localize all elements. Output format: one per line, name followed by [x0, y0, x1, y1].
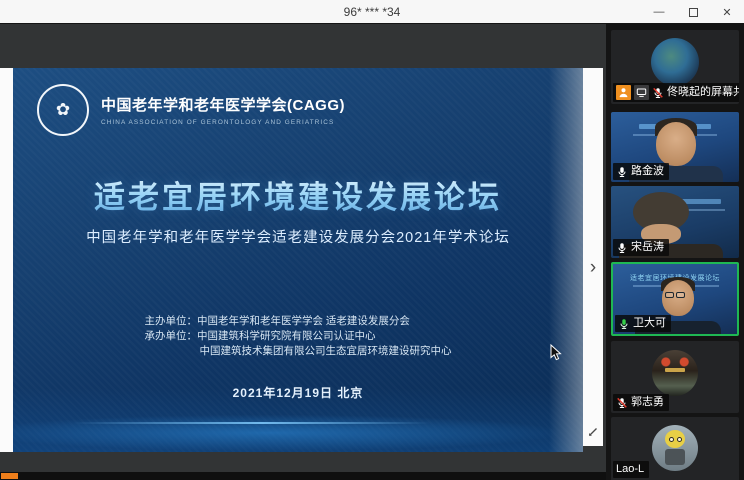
flower-icon: ✿ — [56, 100, 70, 120]
participant-name-label: 郭志勇 — [613, 394, 669, 411]
mic-on-icon — [616, 166, 628, 178]
participant-tile-2[interactable]: 路金波 — [611, 112, 739, 182]
slide-scroll-strip[interactable]: › — [583, 68, 603, 446]
participant-tile-3[interactable]: 宋岳涛 — [611, 186, 739, 258]
slide-right-fade — [549, 68, 583, 452]
participant-name-label: Lao-L — [613, 461, 649, 478]
org-name-cn: 中国老年学和老年医学学会(CAGG) — [101, 94, 345, 115]
avatar-cartoon — [652, 425, 698, 471]
presentation-slide: ✿ 中国老年学和老年医学学会(CAGG) CHINA ASSOCIATION O… — [13, 68, 583, 452]
minimize-icon: — — [654, 6, 665, 18]
participant-name-label: 宋岳涛 — [613, 239, 669, 256]
avatar-artwork — [651, 38, 699, 86]
presenter-icon — [616, 85, 631, 100]
participant-name: 路金波 — [631, 165, 664, 178]
next-slide-arrow[interactable]: › — [583, 258, 603, 278]
bottom-taskbar — [0, 472, 606, 480]
participant-tile-active-speaker[interactable]: 适老宜居环境建设发展论坛 卫大可 — [611, 262, 739, 336]
person-face — [662, 280, 694, 316]
mic-on-icon — [616, 242, 628, 254]
resize-handle-icon[interactable] — [587, 426, 599, 438]
meeting-window: 96* *** *34 — ✕ ✿ 中国老年学和老年医学学会(CAGG) CHI… — [0, 0, 744, 480]
participant-tile-6[interactable]: Lao-L — [611, 417, 739, 480]
taskbar-app-indicator[interactable] — [1, 473, 18, 479]
org-name-en: CHINA ASSOCIATION OF GERONTOLOGY AND GER… — [101, 119, 345, 126]
organizer-block: 主办单位：中国老年学和老年医学学会 适老建设发展分会 承办单位：中国建筑科学研究… — [13, 314, 583, 359]
participant-name: 卫大可 — [633, 317, 666, 330]
participant-name: 佟晓起的屏幕共享 — [667, 86, 739, 99]
minimize-button[interactable]: — — [642, 0, 676, 24]
slide-date-location: 2021年12月19日 北京 — [13, 384, 583, 401]
slide-subtitle: 中国老年学和老年医学学会适老建设发展分会2021年学术论坛 — [13, 226, 583, 247]
cagg-logo-seal: ✿ — [37, 84, 89, 136]
avatar-photo — [652, 350, 698, 396]
share-left-margin — [0, 68, 13, 452]
organizer-line-1: 承办单位：中国建筑科学研究院有限公司认证中心 — [145, 329, 452, 344]
organizer-line-2: 中国建筑技术集团有限公司生态宜居环境建设研究中心 — [145, 344, 452, 359]
slide-title: 适老宜居环境建设发展论坛 — [13, 172, 583, 217]
mic-active-icon — [618, 318, 630, 330]
window-titlebar[interactable]: 96* *** *34 — ✕ — [0, 0, 744, 24]
screen-share-icon — [634, 85, 649, 100]
org-names: 中国老年学和老年医学学会(CAGG) CHINA ASSOCIATION OF … — [101, 94, 345, 126]
participants-sidebar: 佟晓起的屏幕共享 路金波 — [606, 24, 744, 480]
person-face — [656, 122, 696, 166]
participant-name-label: 佟晓起的屏幕共享 — [613, 83, 739, 102]
participant-name-label: 卫大可 — [615, 315, 671, 332]
glasses-icon — [665, 292, 685, 298]
participant-tile-sharer[interactable]: 佟晓起的屏幕共享 — [611, 30, 739, 104]
participant-tile-5[interactable]: 郭志勇 — [611, 341, 739, 413]
shared-screen-area: ✿ 中国老年学和老年医学学会(CAGG) CHINA ASSOCIATION O… — [0, 24, 606, 480]
mouse-cursor — [550, 344, 563, 362]
participant-name-label: 路金波 — [613, 163, 669, 180]
participant-name: 郭志勇 — [631, 396, 664, 409]
close-button[interactable]: ✕ — [710, 0, 744, 24]
close-icon: ✕ — [722, 6, 731, 19]
window-title: 96* *** *34 — [0, 5, 744, 19]
participant-name: 宋岳涛 — [631, 241, 664, 254]
host-line: 主办单位：中国老年学和老年医学学会 适老建设发展分会 — [145, 314, 452, 329]
slide-light-streak — [73, 422, 493, 424]
participant-name: Lao-L — [616, 463, 644, 476]
maximize-icon — [689, 8, 698, 17]
mic-muted-icon — [616, 397, 628, 409]
window-controls: — ✕ — [642, 0, 744, 24]
slide-header: ✿ 中国老年学和老年医学学会(CAGG) CHINA ASSOCIATION O… — [37, 84, 345, 136]
mic-muted-icon — [652, 87, 664, 99]
maximize-button[interactable] — [676, 0, 710, 24]
